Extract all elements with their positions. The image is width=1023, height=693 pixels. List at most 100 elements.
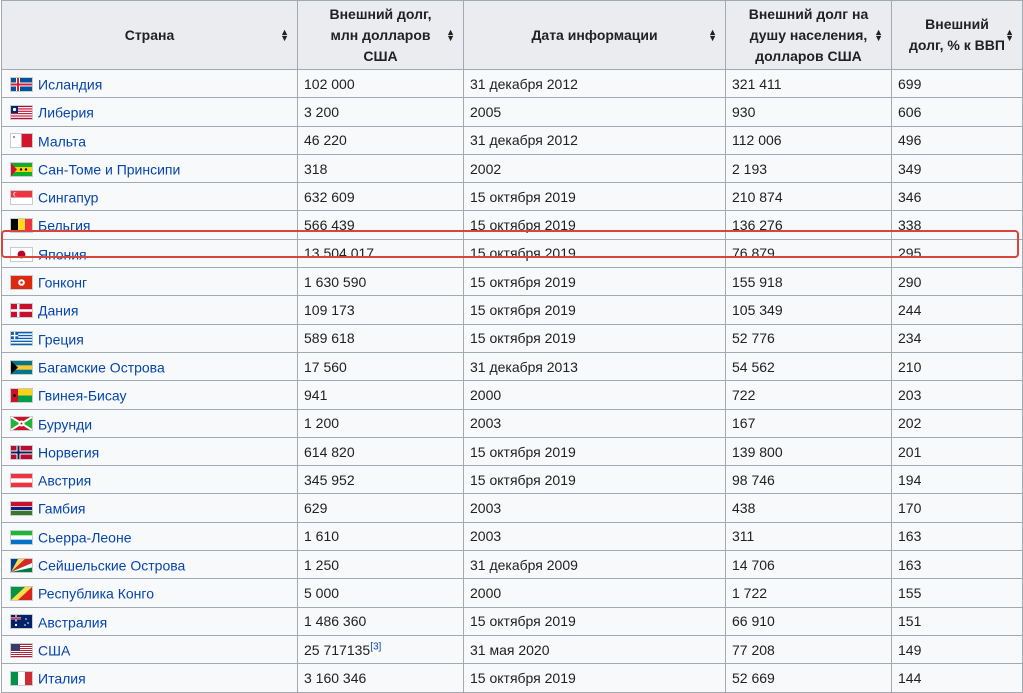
country-link[interactable]: Республика Конго [38,586,154,602]
country-link[interactable]: США [38,642,70,658]
cell-country: Сейшельские Острова [1,550,298,580]
country-link[interactable]: Бельгия [38,218,90,234]
cell-gdp-percent: 163 [891,521,1023,552]
country-link[interactable]: Гамбия [38,501,85,517]
cell-date: 15 октября 2019 [463,465,726,495]
cell-country: Япония [1,238,298,269]
sort-arrows-icon[interactable]: ▲ ▼ [874,28,883,43]
sort-arrows-icon[interactable]: ▲ ▼ [1005,28,1014,43]
table-row: Бурунди 1 200 2003 167 202 [1,408,1023,438]
cell-gdp-percent: 201 [891,436,1023,467]
cell-country: Сан-Томе и Принсипи [1,153,298,184]
cell-country: Либерия [1,97,298,127]
header-country[interactable]: Страна ▲ ▼ [1,0,298,70]
cell-debt: 632 609 [297,182,464,212]
table-row: Республика Конго 5 000 2000 1 722 155 [1,578,1023,608]
cell-country: Мальта [1,125,298,155]
singapore-flag-icon [10,189,33,205]
reference-link[interactable]: [3] [370,641,381,652]
cell-country: Австралия [1,606,298,636]
country-link[interactable]: Япония [38,246,87,262]
table-row: Сьерра-Леоне 1 610 2003 311 163 [1,521,1023,552]
cell-date: 15 октября 2019 [463,295,726,325]
header-date[interactable]: Дата информации ▲ ▼ [463,0,726,70]
cell-per-capita: 438 [725,493,892,523]
table-row: Либерия 3 200 2005 930 606 [1,97,1023,127]
cell-per-capita: 52 776 [725,323,892,353]
country-link[interactable]: Сан-Томе и Принсипи [38,161,180,177]
usa-flag-icon [10,642,33,658]
cell-debt: 1 486 360 [297,606,464,636]
country-link[interactable]: Норвегия [38,444,99,460]
country-link[interactable]: Сейшельские Острова [38,557,185,573]
country-link[interactable]: Греция [38,331,84,347]
cell-per-capita: 14 706 [725,550,892,580]
cell-debt: 1 610 [297,521,464,552]
country-link[interactable]: Гвинея-Бисау [38,388,126,404]
cell-country: США [1,634,298,665]
country-link[interactable]: Мальта [38,133,86,149]
header-per-capita[interactable]: Внешний долг на душу населения, долларов… [725,0,892,70]
cell-date: 15 октября 2019 [463,436,726,467]
cell-gdp-percent: 210 [891,351,1023,382]
country-link[interactable]: Дания [38,303,78,319]
cell-date: 15 октября 2019 [463,210,726,240]
cell-debt: 3 160 346 [297,663,464,693]
cell-date: 2005 [463,97,726,127]
country-link[interactable]: Италия [38,671,86,687]
cell-country: Гамбия [1,493,298,523]
table-row: Гамбия 629 2003 438 170 [1,493,1023,523]
country-link[interactable]: Багамские Острова [38,359,165,375]
cell-date: 31 декабря 2012 [463,68,726,99]
cell-debt: 345 952 [297,465,464,495]
cell-per-capita: 112 006 [725,125,892,155]
cell-date: 31 декабря 2013 [463,351,726,382]
cell-per-capita: 76 879 [725,238,892,269]
cell-gdp-percent: 606 [891,97,1023,127]
country-link[interactable]: Сьерра-Леоне [38,529,132,545]
sao-tome-flag-icon [10,161,33,177]
table-row: Багамские Острова 17 560 31 декабря 2013 54… [1,351,1023,382]
cell-country: Багамские Острова [1,351,298,382]
cell-per-capita: 52 669 [725,663,892,693]
cell-country: Греция [1,323,298,353]
table-row: Гвинея-Бисау 941 2000 722 203 [1,380,1023,410]
cell-date: 31 декабря 2009 [463,550,726,580]
cell-gdp-percent: 155 [891,578,1023,608]
country-link[interactable]: Австралия [38,614,107,630]
country-link[interactable]: Гонконг [38,274,87,290]
cell-per-capita: 722 [725,380,892,410]
bahamas-flag-icon [10,359,33,375]
country-link[interactable]: Сингапур [38,189,98,205]
cell-date: 2003 [463,521,726,552]
norway-flag-icon [10,444,33,460]
cell-per-capita: 2 193 [725,153,892,184]
cell-debt: 102 000 [297,68,464,99]
belgium-flag-icon [10,218,33,234]
table-row: Япония 13 504 017 15 октября 2019 76 879 295 [1,238,1023,269]
sort-arrows-icon[interactable]: ▲ ▼ [280,28,289,43]
country-link[interactable]: Бурунди [38,416,92,432]
table-row: Австрия 345 952 15 октября 2019 98 746 194 [1,465,1023,495]
cell-debt: 318 [297,153,464,184]
cell-country: Дания [1,295,298,325]
cell-per-capita: 210 874 [725,182,892,212]
cell-gdp-percent: 149 [891,634,1023,665]
header-debt[interactable]: Внешний долг, млн долларов США ▲ ▼ [297,0,464,70]
cell-debt: 25 717135[3] [297,634,464,665]
header-gdp-percent[interactable]: Внешний долг, % к ВВП ▲ ▼ [891,0,1023,70]
liberia-flag-icon [10,105,33,121]
sort-arrows-icon[interactable]: ▲ ▼ [708,28,717,43]
table-row: Италия 3 160 346 15 октября 2019 52 669 144 [1,663,1023,693]
country-link[interactable]: Исландия [38,76,102,92]
gambia-flag-icon [10,501,33,517]
sort-arrows-icon[interactable]: ▲ ▼ [446,28,455,43]
country-link[interactable]: Либерия [38,105,94,121]
cell-date: 15 октября 2019 [463,238,726,269]
cell-date: 31 декабря 2012 [463,125,726,155]
italy-flag-icon [10,671,33,687]
hongkong-flag-icon [10,274,33,290]
country-link[interactable]: Австрия [38,472,91,488]
cell-country: Гвинея-Бисау [1,380,298,410]
denmark-flag-icon [10,303,33,319]
